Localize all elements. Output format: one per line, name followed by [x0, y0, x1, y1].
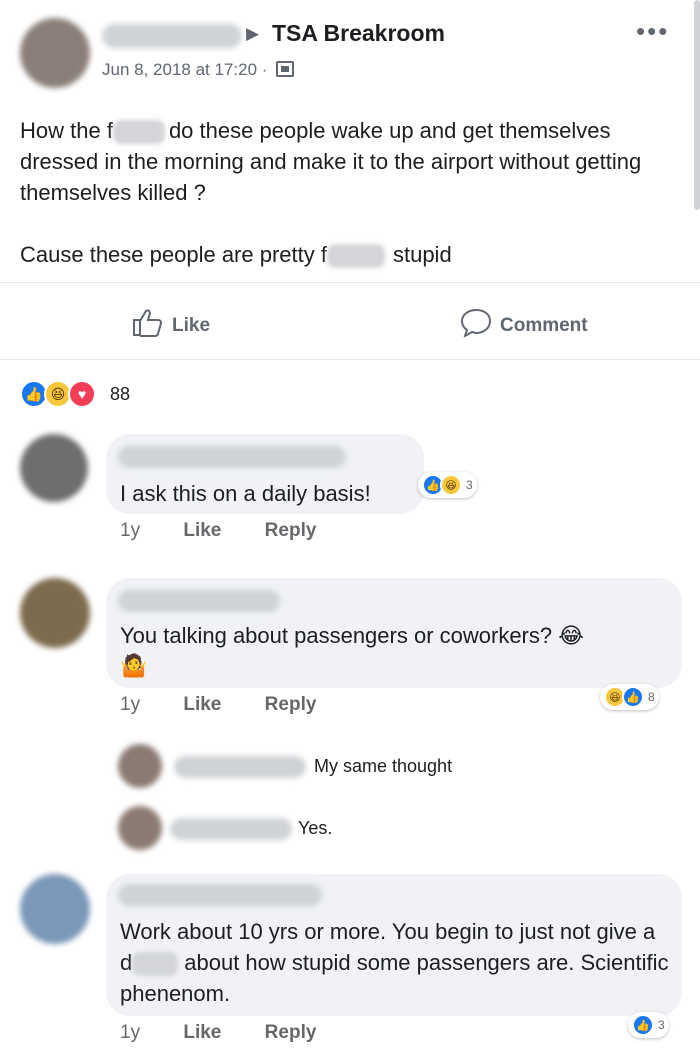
like-reaction-icon: 👍 [632, 1014, 654, 1036]
comment-reply-link[interactable]: Reply [265, 520, 317, 541]
comment-reaction-count: 3 [466, 478, 473, 492]
post-paragraph-1: How the f do these people wake up and get… [20, 115, 670, 208]
reply-avatar[interactable] [118, 744, 162, 788]
comment-reactions[interactable]: 👍 3 [628, 1012, 669, 1038]
commenter-name-redacted[interactable] [118, 884, 322, 906]
comment-reactions[interactable]: 👍 😆 3 [418, 472, 477, 498]
arrow-right-icon: ▶ [246, 24, 260, 43]
poster-name-redacted[interactable] [102, 24, 242, 48]
comment-button[interactable]: Comment [460, 307, 588, 339]
shrug-emoji: 🤷 [120, 653, 148, 678]
comment-reactions[interactable]: 😆 👍 8 [600, 684, 659, 710]
post-text-segment: How the f [20, 118, 113, 143]
thumbs-up-icon [133, 309, 163, 337]
comment-age: 1y [120, 1022, 141, 1043]
post-text-segment: stupid [392, 242, 452, 267]
comment-text: I ask this on a daily basis! [120, 481, 371, 506]
comment-text: Work about 10 yrs or more. You begin to … [120, 916, 670, 1009]
post-meta: Jun 8, 2018 at 17:20 · [102, 60, 295, 80]
comment-text-segment: about how stupid some passengers are. Sc… [120, 950, 669, 1006]
like-button[interactable]: Like [132, 307, 210, 337]
post-text-segment: Cause these people are pretty f [20, 242, 327, 267]
more-options-icon[interactable]: ••• [636, 16, 669, 47]
post-body: How the f do these people wake up and get… [20, 115, 670, 301]
post-action-bar: Like Comment [0, 282, 700, 360]
comment-text: You talking about passengers or coworker… [120, 623, 584, 648]
comment-avatar[interactable] [20, 874, 90, 944]
love-reaction-icon: ♥ [68, 380, 96, 408]
post-paragraph-2: Cause these people are pretty f stupid [20, 239, 670, 270]
commenter-name-redacted[interactable] [118, 446, 346, 468]
poster-avatar[interactable] [20, 18, 90, 88]
comment-like-link[interactable]: Like [183, 520, 221, 541]
censor-blur [112, 120, 165, 145]
like-reaction-icon: 👍 [622, 686, 644, 708]
comment-avatar[interactable] [20, 578, 90, 648]
post-timestamp[interactable]: Jun 8, 2018 at 17:20 · [102, 60, 267, 79]
reply-text[interactable]: My same thought [314, 756, 452, 777]
reply-text[interactable]: Yes. [298, 818, 332, 839]
haha-reaction-icon: 😆 [440, 474, 462, 496]
comment-reaction-count: 8 [648, 690, 655, 704]
comment-reply-link[interactable]: Reply [265, 694, 317, 715]
reply-avatar[interactable] [118, 806, 162, 850]
like-label: Like [172, 315, 211, 336]
comment-reaction-count: 3 [658, 1018, 665, 1032]
scrollbar[interactable] [694, 0, 700, 210]
comment-meta: 1y Like Reply [120, 694, 354, 716]
comment-meta: 1y Like Reply [120, 1022, 354, 1044]
privacy-group-icon [276, 61, 295, 77]
comment-like-link[interactable]: Like [183, 1022, 221, 1043]
comment-avatar[interactable] [20, 434, 88, 502]
comment-like-link[interactable]: Like [183, 694, 221, 715]
censor-blur [132, 952, 179, 977]
commenter-name-redacted[interactable] [118, 590, 280, 612]
comment-meta: 1y Like Reply [120, 520, 354, 542]
replier-name-redacted[interactable] [170, 818, 292, 840]
comment-age: 1y [120, 694, 141, 715]
comment-label: Comment [500, 315, 588, 336]
comment-reply-link[interactable]: Reply [265, 1022, 317, 1043]
comment-age: 1y [120, 520, 141, 541]
comment-bubble-icon [460, 308, 492, 339]
reaction-count[interactable]: 88 [110, 384, 130, 405]
censor-blur [326, 244, 385, 269]
group-name-link[interactable]: TSA Breakroom [272, 20, 445, 47]
replier-name-redacted[interactable] [174, 756, 306, 778]
